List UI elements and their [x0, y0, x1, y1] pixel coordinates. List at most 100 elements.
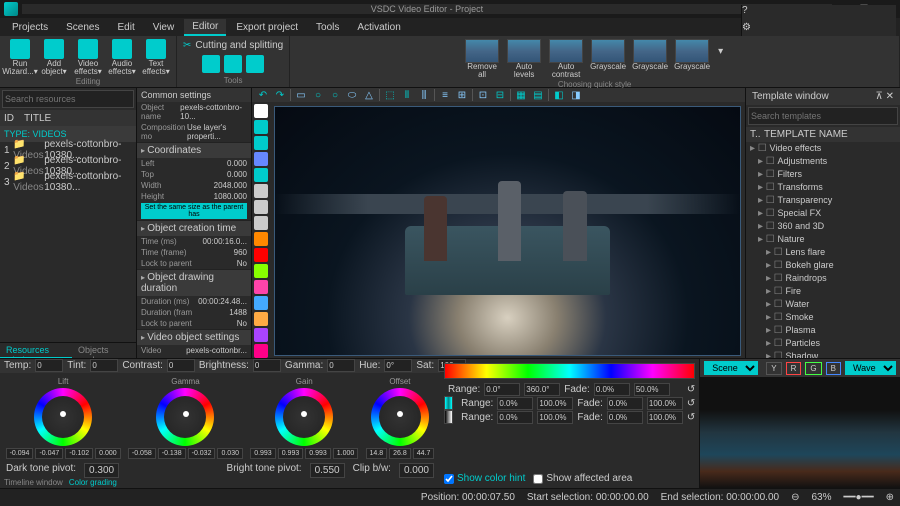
prop-row[interactable]: Object namepexels-cottonbro-10... — [137, 102, 251, 122]
style-grayscale[interactable]: Grayscale — [588, 38, 628, 80]
tab-timeline[interactable]: Timeline window — [4, 478, 63, 489]
toolbar-button[interactable]: ⊡ — [476, 88, 490, 102]
scope-b-button[interactable]: B — [826, 362, 841, 375]
prop-row[interactable]: Lock to parentNo — [137, 318, 251, 329]
cg-temp-input[interactable] — [35, 359, 63, 372]
fade-min[interactable] — [594, 383, 630, 396]
toolbar-button[interactable]: ⫴ — [400, 88, 414, 102]
search-resources-input[interactable] — [2, 90, 134, 108]
show-hint-checkbox[interactable] — [444, 474, 454, 484]
template-node[interactable]: ▸ ☐ 360 and 3D — [746, 220, 900, 233]
cg-contrast-input[interactable] — [167, 359, 195, 372]
clip-value[interactable]: 0.000 — [399, 463, 434, 478]
prop-row[interactable]: Time (ms)00:00:16.0... — [137, 236, 251, 247]
help-icon[interactable]: ? — [742, 5, 896, 16]
video-preview[interactable] — [274, 106, 741, 356]
fade-max[interactable] — [647, 397, 683, 410]
draw-tool[interactable] — [254, 216, 268, 230]
template-node[interactable]: ▸ ☐ Filters — [746, 168, 900, 181]
zoom-slider[interactable]: ━━●━━ — [843, 492, 873, 503]
scope-type-select[interactable]: Wave — [845, 361, 896, 375]
template-node[interactable]: ▸ ☐ Particles — [746, 337, 900, 350]
template-node[interactable]: ▸ ☐ Raindrops — [746, 272, 900, 285]
prop-row[interactable]: Height1080.000 — [137, 191, 251, 202]
toolbar-button[interactable]: △ — [362, 88, 376, 102]
toolbar-button[interactable]: ◧ — [552, 88, 566, 102]
template-node[interactable]: ▸ ☐ Plasma — [746, 324, 900, 337]
reset-icon[interactable]: ↺ — [687, 384, 695, 395]
prop-row[interactable]: Left0.000 — [137, 158, 251, 169]
template-node[interactable]: ▸ ☐ Lens flare — [746, 246, 900, 259]
range-max[interactable] — [524, 383, 560, 396]
draw-tool[interactable] — [254, 296, 268, 310]
toolbar-button[interactable]: ⊟ — [493, 88, 507, 102]
cg-hue-input[interactable] — [384, 359, 412, 372]
settings-icon[interactable]: ⚙ — [742, 22, 896, 33]
draw-tool[interactable] — [254, 232, 268, 246]
template-node[interactable]: ▸ ☐ Water — [746, 298, 900, 311]
menu-scenes[interactable]: Scenes — [58, 20, 107, 35]
style-grayscale[interactable]: Grayscale — [672, 38, 712, 80]
draw-tool[interactable] — [254, 264, 268, 278]
draw-tool[interactable] — [254, 312, 268, 326]
cg-gamma-input[interactable] — [327, 359, 355, 372]
tool-icon[interactable] — [224, 55, 242, 73]
prop-row[interactable]: Composition moUse layer's properti... — [137, 122, 251, 142]
props-section[interactable]: ▸ Coordinates — [137, 142, 251, 158]
style-remove-all[interactable]: Remove all — [462, 38, 502, 80]
ribbon-run-button[interactable]: RunWizard...▾ — [4, 38, 36, 77]
color-wheel-gamma[interactable]: Gamma-0.058-0.138-0.0320.030 — [128, 377, 243, 459]
pin-icon[interactable]: ⊼ ✕ — [876, 91, 894, 102]
reset-icon[interactable]: ↺ — [687, 412, 695, 423]
reset-icon[interactable]: ↺ — [687, 398, 695, 409]
prop-row[interactable]: Time (frame)960 — [137, 247, 251, 258]
menu-editor[interactable]: Editor — [184, 19, 226, 36]
search-templates-input[interactable] — [748, 107, 898, 125]
tool-icon[interactable] — [246, 55, 264, 73]
template-node[interactable]: ▸ ☐ Special FX — [746, 207, 900, 220]
color-wheel-offset[interactable]: Offset14.826.844.7 — [366, 377, 435, 459]
toolbar-button[interactable]: ▦ — [514, 88, 528, 102]
tab-objects[interactable]: Objects explorer — [72, 343, 136, 358]
styles-more[interactable]: ▾ — [714, 38, 727, 80]
ribbon-audio-button[interactable]: Audioeffects▾ — [106, 38, 138, 77]
ribbon-video-button[interactable]: Videoeffects▾ — [72, 38, 104, 77]
template-node[interactable]: ▸ ☐ Fire — [746, 285, 900, 298]
fade-max[interactable] — [647, 411, 683, 424]
ribbon-add-button[interactable]: Addobject▾ — [38, 38, 70, 77]
menu-activation[interactable]: Activation — [349, 20, 408, 35]
style-auto-levels[interactable]: Auto levels — [504, 38, 544, 80]
draw-tool[interactable] — [254, 184, 268, 198]
tab-color-grading[interactable]: Color grading — [69, 478, 117, 489]
toolbar-button[interactable]: ▤ — [531, 88, 545, 102]
prop-row[interactable]: Duration (ms)00:00:24.48... — [137, 296, 251, 307]
range-min[interactable] — [484, 383, 520, 396]
prop-row[interactable]: Duration (fram1488 — [137, 307, 251, 318]
prop-row[interactable]: Videopexels-cottonbr... — [137, 345, 251, 356]
menu-projects[interactable]: Projects — [4, 20, 56, 35]
dark-pivot-value[interactable]: 0.300 — [84, 463, 119, 478]
range-min[interactable] — [497, 397, 533, 410]
scope-y-button[interactable]: Y — [766, 362, 781, 375]
template-node[interactable]: ▸ ☐ Video effects — [746, 142, 900, 155]
menu-edit[interactable]: Edit — [109, 20, 142, 35]
draw-tool[interactable] — [254, 152, 268, 166]
toolbar-button[interactable]: ≡ — [438, 88, 452, 102]
zoom-out-button[interactable]: ⊖ — [791, 492, 799, 503]
toolbar-button[interactable]: ⊞ — [455, 88, 469, 102]
menu-export-project[interactable]: Export project — [228, 20, 306, 35]
draw-tool[interactable] — [254, 328, 268, 342]
fade-max[interactable] — [634, 383, 670, 396]
draw-tool[interactable] — [254, 168, 268, 182]
template-node[interactable]: ▸ ☐ Shadow — [746, 350, 900, 358]
draw-tool[interactable] — [254, 120, 268, 134]
draw-tool[interactable] — [254, 248, 268, 262]
bright-pivot-value[interactable]: 0.550 — [310, 463, 345, 478]
template-node[interactable]: ▸ ☐ Bokeh glare — [746, 259, 900, 272]
scissors-icon[interactable]: ✂ — [183, 40, 191, 51]
template-node[interactable]: ▸ ☐ Adjustments — [746, 155, 900, 168]
scope-mode-select[interactable]: Scene — [704, 361, 758, 375]
range-max[interactable] — [537, 397, 573, 410]
toolbar-button[interactable]: ▭ — [294, 88, 308, 102]
hue-slider[interactable] — [444, 363, 695, 379]
